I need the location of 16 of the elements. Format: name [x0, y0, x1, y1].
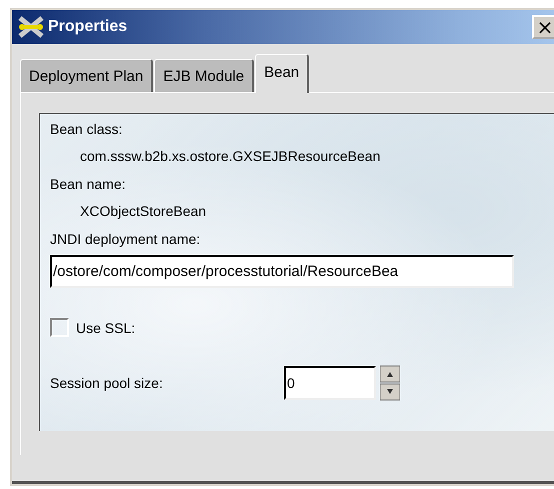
field-label: JNDI deployment name: — [50, 230, 200, 248]
spinner-arrows[interactable] — [380, 365, 400, 401]
field-label: Session pool size: — [50, 374, 164, 392]
tab[interactable]: Bean — [255, 54, 310, 93]
checkbox-label: Use SSL: — [76, 318, 136, 336]
field-value: com.sssw.b2b.xs.ostore.GXSEJBResourceBean — [80, 147, 380, 165]
checkbox[interactable] — [50, 318, 69, 337]
tab[interactable]: EJB Module — [154, 59, 254, 92]
tab[interactable]: Deployment Plan — [20, 59, 154, 92]
close-button[interactable]: × — [532, 15, 554, 39]
field-label: Bean class: — [50, 120, 122, 138]
input-field[interactable]: 0 — [284, 366, 376, 400]
field-label: Bean name: — [50, 175, 126, 193]
field-value: XCObjectStoreBean — [80, 202, 206, 220]
window-title: Properties — [48, 18, 128, 36]
input-field[interactable]: /ostore/com/composer/processtutorial/ResourceBea — [50, 255, 514, 288]
